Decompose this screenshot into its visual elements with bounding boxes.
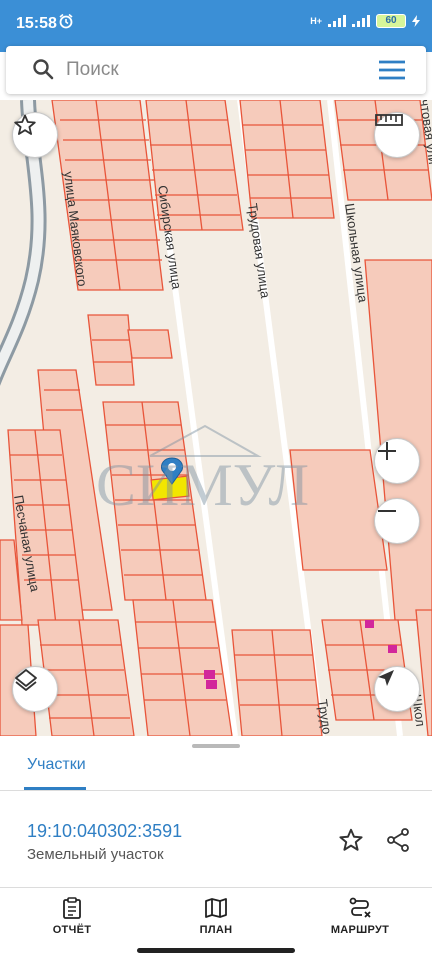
charging-icon [412, 15, 420, 27]
route-icon [349, 897, 371, 918]
alarm-icon [59, 13, 73, 29]
search-bar [6, 46, 426, 94]
star-icon[interactable] [338, 827, 364, 853]
object-marker [206, 680, 217, 689]
zoom-out-button[interactable] [374, 498, 420, 544]
battery-level: 60 [385, 15, 397, 26]
tabs-divider [0, 790, 432, 791]
search-input[interactable] [66, 54, 356, 86]
object-marker [204, 670, 215, 679]
parcel [87, 314, 135, 386]
map-plan-icon [205, 898, 227, 918]
nav-plan-label: ПЛАН [199, 924, 233, 936]
system-home-indicator[interactable] [137, 948, 295, 953]
app-root: 15:58 H+ 60 СИМУЛ улица Маяковского Сиби… [0, 0, 432, 960]
battery-icon: 60 [376, 14, 406, 28]
favorite-map-button[interactable] [12, 112, 58, 158]
signal-icon [328, 15, 346, 27]
network-type: H+ [310, 16, 322, 26]
share-icon[interactable] [385, 827, 411, 853]
parcel [127, 329, 173, 359]
layers-icon [15, 669, 37, 691]
navigation-arrow-icon [378, 670, 394, 686]
nav-report[interactable]: ОТЧЁТ [12, 896, 132, 944]
parcel-type-label: Земельный участок [27, 846, 164, 863]
nav-report-label: ОТЧЁТ [52, 924, 92, 936]
map-view[interactable]: СИМУЛ улица Маяковского Сибирская улица … [0, 100, 432, 736]
object-marker [365, 620, 374, 628]
status-icons: H+ 60 [310, 14, 420, 28]
ruler-icon [375, 114, 403, 126]
measure-button[interactable] [374, 112, 420, 158]
status-time: 15:58 [16, 15, 57, 32]
tab-parcels[interactable]: Участки [27, 756, 86, 774]
nav-plan[interactable]: ПЛАН [156, 896, 276, 944]
object-marker [388, 645, 397, 653]
map-canvas[interactable]: СИМУЛ улица Маяковского Сибирская улица … [0, 100, 432, 736]
star-icon [14, 114, 36, 135]
layers-button[interactable] [12, 666, 58, 712]
menu-icon[interactable] [378, 59, 406, 81]
my-location-button[interactable] [374, 666, 420, 712]
list-divider [0, 887, 432, 888]
nav-route[interactable]: МАРШРУТ [300, 896, 420, 944]
watermark-text: СИМУЛ [96, 452, 309, 518]
sheet-drag-handle[interactable] [192, 744, 240, 748]
plus-icon [378, 442, 396, 460]
nav-route-label: МАРШРУТ [330, 924, 390, 936]
search-icon[interactable] [32, 58, 54, 80]
zoom-in-button[interactable] [374, 438, 420, 484]
parcel-cadastral-number[interactable]: 19:10:040302:3591 [27, 821, 182, 842]
report-icon [63, 897, 81, 919]
status-bar: 15:58 H+ 60 [0, 0, 432, 52]
minus-icon [378, 510, 396, 512]
signal-icon-2 [352, 15, 370, 27]
